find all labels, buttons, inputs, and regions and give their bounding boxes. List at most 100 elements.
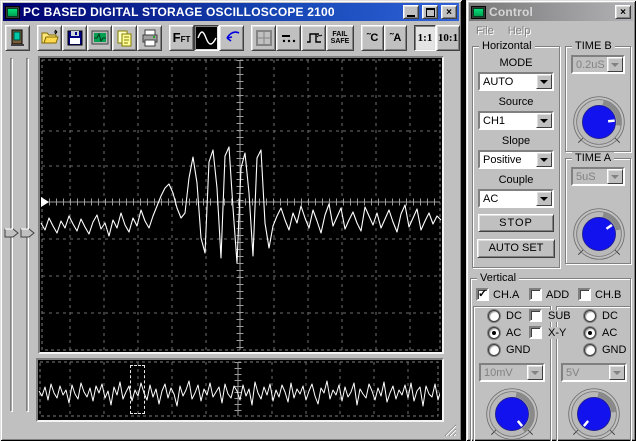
acquire-arrow-button[interactable] xyxy=(219,25,244,51)
ch-b-dc-radio[interactable]: DC xyxy=(584,310,620,322)
chevron-down-icon xyxy=(540,80,548,84)
temp-a-button[interactable]: ˜A xyxy=(384,25,407,51)
print-button[interactable] xyxy=(137,25,162,51)
xy-checkbox[interactable]: X-Y xyxy=(529,326,568,339)
ratio-10-1-button[interactable]: 10:1 xyxy=(436,25,460,51)
ch-a-ac-radio[interactable]: AC xyxy=(488,327,523,339)
dropdown-button[interactable] xyxy=(536,191,552,206)
waveform-mode-button[interactable] xyxy=(194,25,219,51)
main-scope-display xyxy=(38,56,444,354)
save-button[interactable] xyxy=(62,25,87,51)
slope-select[interactable]: Positive xyxy=(478,150,554,169)
control-window-title: Control xyxy=(489,5,612,19)
minimize-button[interactable] xyxy=(403,5,419,19)
control-window: Control × File Help Horizontal MODE AUTO… xyxy=(466,0,636,441)
maximize-button[interactable] xyxy=(422,5,438,19)
radio-circle[interactable] xyxy=(488,310,500,322)
dotted-line-button[interactable] xyxy=(276,25,301,51)
display-button[interactable] xyxy=(87,25,112,51)
fft-label: FFT xyxy=(173,30,191,45)
ch-b-ac-radio[interactable]: AC xyxy=(584,327,619,339)
dropdown-button[interactable] xyxy=(536,152,552,167)
mode-label: MODE xyxy=(473,57,559,69)
time-a-knob[interactable] xyxy=(570,205,628,263)
maximize-icon xyxy=(426,8,435,17)
mode-select[interactable]: AUTO xyxy=(478,72,554,91)
add-checkbox[interactable]: ADD xyxy=(529,288,569,301)
ch-b-gain-knob[interactable] xyxy=(565,385,623,441)
checkbox-box[interactable] xyxy=(529,309,542,322)
slider-thumb-b[interactable] xyxy=(20,228,35,238)
dropdown-button xyxy=(607,169,623,184)
vertical-group: Vertical ✓ CH.A ADD CH.B DC AC GND xyxy=(470,278,631,441)
square-wave-button[interactable] xyxy=(301,25,326,51)
close-icon: × xyxy=(446,8,452,17)
copy-button[interactable] xyxy=(112,25,137,51)
horizontal-group: Horizontal MODE AUTO Source CH1 Slope Po… xyxy=(472,46,560,268)
radio-circle[interactable] xyxy=(488,327,500,339)
channel-a-position-slider[interactable] xyxy=(4,56,19,414)
toolbar: FFT xyxy=(3,23,459,52)
ch-a-checkbox[interactable]: ✓ CH.A xyxy=(476,288,519,301)
failsafe-button[interactable]: FAIL SAFE xyxy=(326,25,354,51)
menu-file[interactable]: File xyxy=(469,23,501,39)
sine-wave-icon xyxy=(197,29,217,47)
time-b-knob[interactable] xyxy=(570,93,628,151)
couple-select[interactable]: AC xyxy=(478,189,554,208)
radio-circle[interactable] xyxy=(488,344,500,356)
dropdown-button xyxy=(607,57,623,72)
open-button[interactable] xyxy=(37,25,62,51)
checkbox-box[interactable]: ✓ xyxy=(476,288,489,301)
grid-button[interactable] xyxy=(251,25,276,51)
ch-a-gnd-radio[interactable]: GND xyxy=(488,344,532,356)
radio-circle[interactable] xyxy=(584,327,596,339)
oscilloscope-window: PC BASED DIGITAL STORAGE OSCILLOSCOPE 21… xyxy=(0,0,462,441)
dash-dots-icon xyxy=(280,29,298,47)
temp-c-button[interactable]: ˜C xyxy=(361,25,384,51)
source-select[interactable]: CH1 xyxy=(478,111,554,130)
ch-b-gnd-label: GND xyxy=(600,344,628,356)
ch-a-dc-radio[interactable]: DC xyxy=(488,310,524,322)
checkbox-box[interactable] xyxy=(529,326,542,339)
ch-b-gnd-radio[interactable]: GND xyxy=(584,344,628,356)
exit-button[interactable] xyxy=(5,25,30,51)
dropdown-button[interactable] xyxy=(536,74,552,89)
time-b-value: 0.2uS xyxy=(573,57,607,72)
control-close-button[interactable]: × xyxy=(615,5,631,19)
grid-icon xyxy=(255,29,273,47)
close-button[interactable]: × xyxy=(441,5,457,19)
dropdown-button xyxy=(527,365,543,380)
checkbox-box[interactable] xyxy=(529,288,542,301)
overview-waveform-trace xyxy=(39,381,440,406)
ch-b-checkbox[interactable]: CH.B xyxy=(578,288,621,301)
checkbox-box[interactable] xyxy=(578,288,591,301)
channel-b-position-slider[interactable] xyxy=(20,56,35,414)
zoom-selection-rect[interactable] xyxy=(130,365,145,414)
ch-a-range-value: 10mV xyxy=(481,365,527,380)
control-app-icon xyxy=(471,6,486,19)
dropdown-button[interactable] xyxy=(536,113,552,128)
resize-grip[interactable] xyxy=(444,424,457,437)
ch-a-gain-knob[interactable] xyxy=(483,385,541,441)
menu-help[interactable]: Help xyxy=(501,23,538,39)
ch-b-range-select: 5V xyxy=(561,363,627,382)
app-icon xyxy=(5,6,20,19)
stop-button[interactable]: STOP xyxy=(478,214,554,232)
radio-circle[interactable] xyxy=(584,344,596,356)
radio-circle[interactable] xyxy=(584,310,596,322)
sub-checkbox[interactable]: SUB xyxy=(529,309,573,322)
fft-button[interactable]: FFT xyxy=(169,25,194,51)
ch-b-label: CH.B xyxy=(595,289,621,301)
ratio-1-1-button[interactable]: 1:1 xyxy=(414,25,436,51)
time-b-select: 0.2uS xyxy=(571,55,625,74)
ch-a-label: CH.A xyxy=(493,289,519,301)
sub-label: SUB xyxy=(546,310,573,322)
square-wave-icon xyxy=(305,29,323,47)
auto-set-button[interactable]: AUTO SET xyxy=(477,239,555,258)
trigger-level-marker[interactable] xyxy=(41,197,49,207)
source-label: Source xyxy=(473,96,559,108)
slider-thumb-a[interactable] xyxy=(4,228,19,238)
printer-icon xyxy=(141,29,159,47)
ch-b-dc-label: DC xyxy=(600,310,620,322)
ch-b-ac-label: AC xyxy=(600,327,619,339)
